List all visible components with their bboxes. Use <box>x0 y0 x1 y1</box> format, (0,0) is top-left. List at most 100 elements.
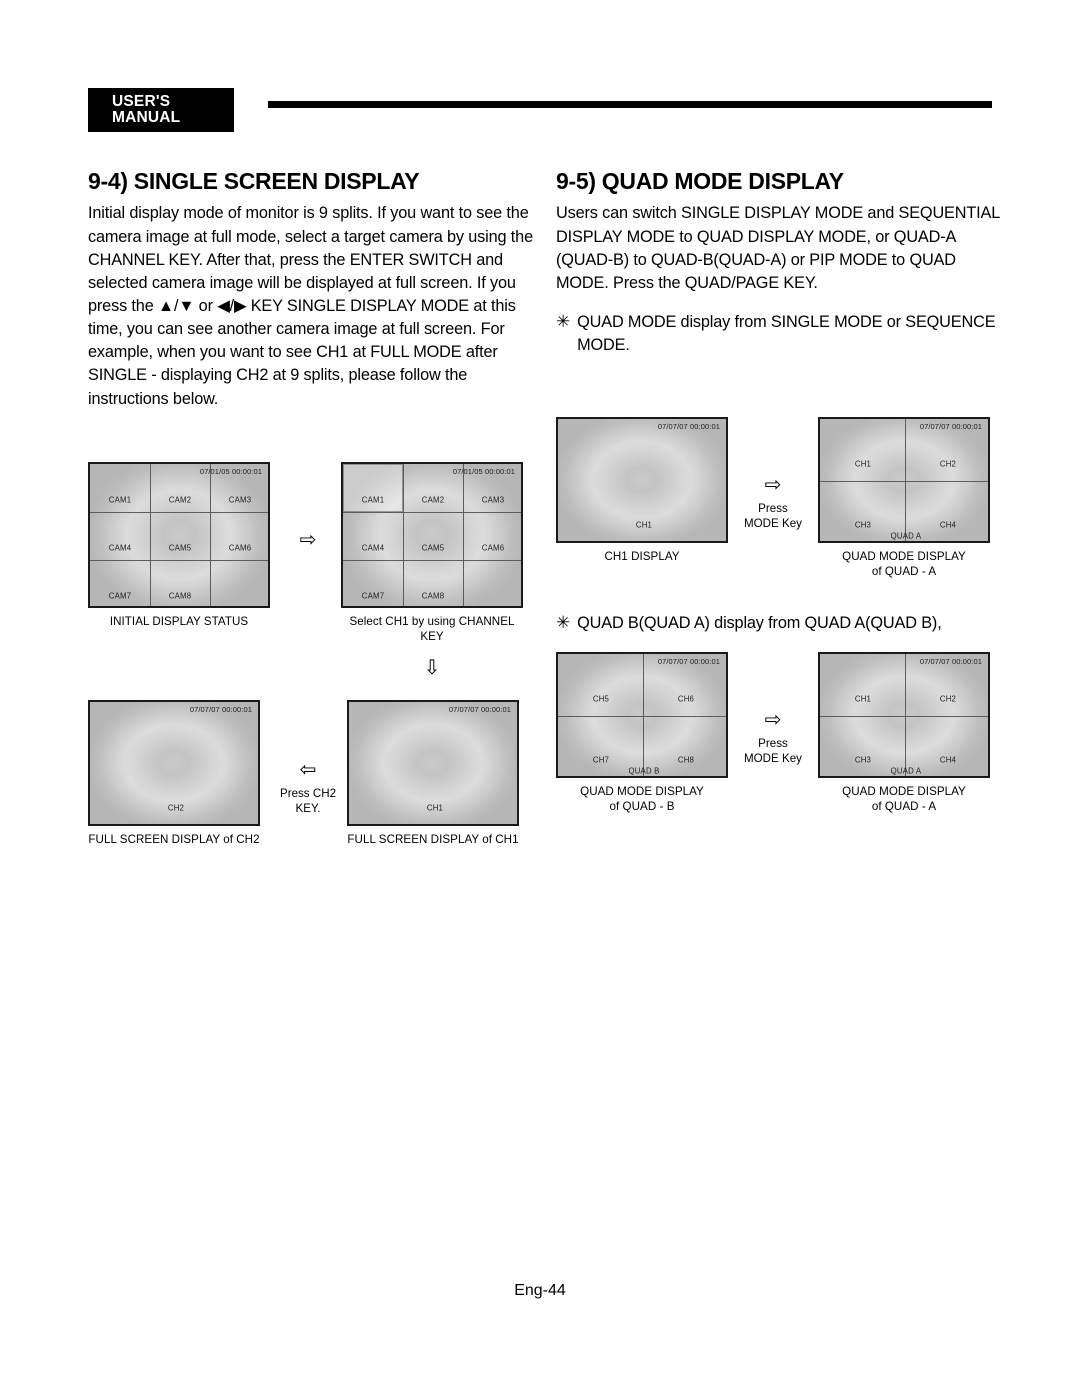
channel-label: CH2 <box>167 803 185 813</box>
arrow-press-mode-key-1: ⇨ Press MODE Key <box>735 475 811 531</box>
press-ch2-line2: KEY. <box>295 802 321 816</box>
figure-caption-line2: of QUAD - B <box>609 799 675 813</box>
figure-caption: CH1 DISPLAY <box>604 550 680 563</box>
figure-caption: FULL SCREEN DISPLAY of CH2 <box>88 833 260 846</box>
camera-label: CAM6 <box>481 543 505 553</box>
arrow-left-press-ch2: ⇦ Press CH2 KEY. <box>270 760 346 816</box>
grid-divider <box>820 716 988 717</box>
monitor-ch1-display: 07/07/07 00:00:01 CH1 <box>556 417 728 543</box>
osd-timestamp: 07/07/07 00:00:01 <box>919 422 982 431</box>
figure-caption-line2: of QUAD - A <box>871 799 937 813</box>
arrow-down-to-full: ⇩ <box>402 658 462 678</box>
channel-label: CH1 <box>635 520 653 530</box>
monitor-quad-a-top: 07/07/07 00:00:01 CH1 CH2 CH3 CH4 QUAD A <box>818 417 990 543</box>
monitor-9split-initial: 07/01/05 00:00:01 CAM1 CAM2 CAM3 CAM4 CA… <box>88 462 270 608</box>
figure-initial-display: 07/01/05 00:00:01 CAM1 CAM2 CAM3 CAM4 CA… <box>88 462 270 630</box>
figure-caption-line1: QUAD MODE DISPLAY <box>580 785 704 798</box>
press-mode-line2: MODE Key <box>744 517 802 531</box>
right-column: 9-5) QUAD MODE DISPLAY Users can switch … <box>556 168 1008 357</box>
note-quad-b-from-quad-a: ✳ QUAD B(QUAD A) display from QUAD A(QUA… <box>556 612 1008 635</box>
note-text: QUAD B(QUAD A) display from QUAD A(QUAD … <box>577 614 942 632</box>
channel-label: CH6 <box>677 694 695 704</box>
figure-caption-line1: QUAD MODE DISPLAY <box>842 785 966 798</box>
camera-label: CAM4 <box>108 543 132 553</box>
quad-mode-label: QUAD A <box>890 531 922 541</box>
figure-caption: QUAD MODE DISPLAY of QUAD - A <box>818 550 990 580</box>
figure-caption-line2: of QUAD - A <box>871 564 937 578</box>
press-mode-line1: Press <box>758 737 788 750</box>
grid-divider <box>558 716 726 717</box>
star-bullet-icon: ✳ <box>556 312 571 331</box>
page-header: USER'S MANUAL <box>88 88 992 132</box>
channel-label: CH4 <box>939 755 957 765</box>
camera-label: CAM1 <box>361 495 385 505</box>
section-9-5-body: Users can switch SINGLE DISPLAY MODE and… <box>556 204 1000 292</box>
channel-label: CH4 <box>939 520 957 530</box>
figure-caption: INITIAL DISPLAY STATUS <box>109 615 249 628</box>
camera-label: CAM7 <box>108 591 132 601</box>
channel-label: CH2 <box>939 694 957 704</box>
figure-ch1-display: 07/07/07 00:00:01 CH1 CH1 DISPLAY <box>556 417 728 565</box>
section-9-4-body: Initial display mode of monitor is 9 spl… <box>88 204 533 408</box>
arrow-right-icon: ⇨ <box>299 529 317 551</box>
channel-label: CH8 <box>677 755 695 765</box>
osd-timestamp: 07/07/07 00:00:01 <box>657 422 720 431</box>
figure-full-ch1: 07/07/07 00:00:01 CH1 FULL SCREEN DISPLA… <box>347 700 519 848</box>
camera-label: CAM8 <box>421 591 445 601</box>
channel-label: CH1 <box>426 803 444 813</box>
press-mode-line2: MODE Key <box>744 752 802 766</box>
page-number: Eng-44 <box>514 1282 566 1299</box>
grid-divider <box>403 464 404 606</box>
page-footer: Eng-44 <box>0 1282 1080 1300</box>
camera-label: CAM5 <box>168 543 192 553</box>
figure-full-ch2: 07/07/07 00:00:01 CH2 FULL SCREEN DISPLA… <box>88 700 260 848</box>
press-mode-line1: Press <box>758 502 788 515</box>
selected-cell-highlight <box>343 464 403 512</box>
grid-divider <box>90 512 268 513</box>
monitor-quad-b: 07/07/07 00:00:01 CH5 CH6 CH7 CH8 QUAD B <box>556 652 728 778</box>
grid-divider <box>905 654 906 776</box>
grid-divider <box>150 464 151 606</box>
channel-label: CH3 <box>854 520 872 530</box>
osd-timestamp: 07/01/05 00:00:01 <box>199 467 262 476</box>
camera-label: CAM8 <box>168 591 192 601</box>
channel-label: CH7 <box>592 755 610 765</box>
grid-divider <box>210 464 211 606</box>
osd-timestamp: 07/07/07 00:00:01 <box>189 705 252 714</box>
camera-label: CAM3 <box>481 495 505 505</box>
grid-divider <box>343 560 521 561</box>
figure-caption: QUAD MODE DISPLAY of QUAD - B <box>556 785 728 815</box>
arrow-press-mode-key-2: ⇨ Press MODE Key <box>735 710 811 766</box>
channel-label: CH2 <box>939 459 957 469</box>
grid-divider <box>463 464 464 606</box>
note-text: QUAD MODE display from SINGLE MODE or SE… <box>577 313 996 355</box>
channel-label: CH1 <box>854 694 872 704</box>
quad-mode-label: QUAD B <box>628 766 660 776</box>
channel-label: CH1 <box>854 459 872 469</box>
camera-label: CAM6 <box>228 543 252 553</box>
figure-quad-a-bottom: 07/07/07 00:00:01 CH1 CH2 CH3 CH4 QUAD A… <box>818 652 990 815</box>
grid-divider <box>90 560 268 561</box>
channel-label: CH3 <box>854 755 872 765</box>
camera-label: CAM3 <box>228 495 252 505</box>
camera-label: CAM5 <box>421 543 445 553</box>
figure-caption: FULL SCREEN DISPLAY of CH1 <box>347 833 519 846</box>
figure-select-ch1: 07/01/05 00:00:01 CAM1 CAM2 CAM3 CAM4 CA… <box>341 462 523 645</box>
camera-label: CAM1 <box>108 495 132 505</box>
press-ch2-line1: Press CH2 <box>279 787 337 800</box>
osd-timestamp: 07/01/05 00:00:01 <box>452 467 515 476</box>
arrow-right-icon: ⇨ <box>764 474 782 496</box>
monitor-9split-select: 07/01/05 00:00:01 CAM1 CAM2 CAM3 CAM4 CA… <box>341 462 523 608</box>
figure-quad-a-top: 07/07/07 00:00:01 CH1 CH2 CH3 CH4 QUAD A… <box>818 417 990 580</box>
monitor-quad-a-bottom: 07/07/07 00:00:01 CH1 CH2 CH3 CH4 QUAD A <box>818 652 990 778</box>
grid-divider <box>820 481 988 482</box>
figure-quad-b: 07/07/07 00:00:01 CH5 CH6 CH7 CH8 QUAD B… <box>556 652 728 815</box>
monitor-full-ch2: 07/07/07 00:00:01 CH2 <box>88 700 260 826</box>
channel-label: CH5 <box>592 694 610 704</box>
figure-caption-line1: QUAD MODE DISPLAY <box>842 550 966 563</box>
monitor-full-ch1: 07/07/07 00:00:01 CH1 <box>347 700 519 826</box>
osd-timestamp: 07/07/07 00:00:01 <box>919 657 982 666</box>
figure-caption: QUAD MODE DISPLAY of QUAD - A <box>818 785 990 815</box>
arrow-left-icon: ⇦ <box>299 759 317 781</box>
left-column: 9-4) SINGLE SCREEN DISPLAY Initial displ… <box>88 168 536 411</box>
